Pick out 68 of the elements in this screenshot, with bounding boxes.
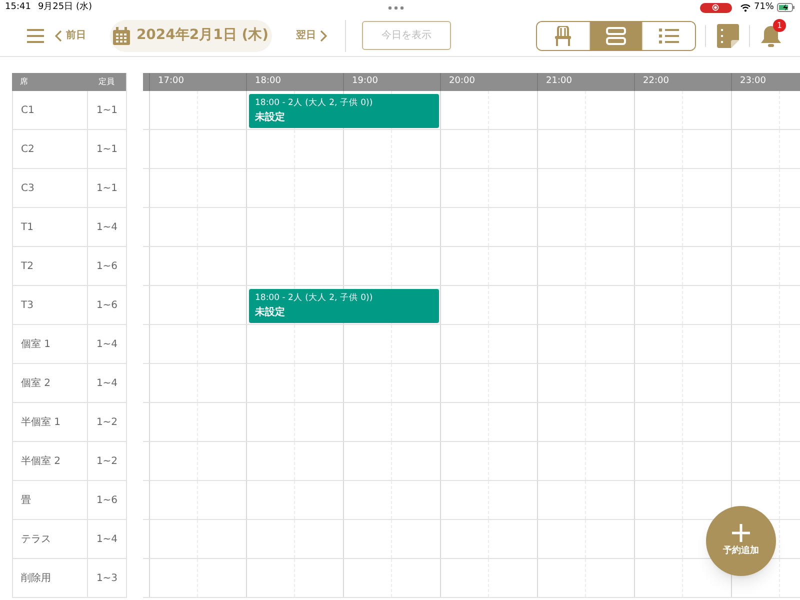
battery-percent: 71%	[754, 0, 774, 14]
capacity-cell-text: 1~6	[95, 494, 119, 508]
capacity-cell-text: 1~4	[95, 338, 119, 352]
list-icon	[659, 28, 679, 44]
status-date: 9月25日 (水)	[38, 0, 92, 14]
reservation-status: 未設定	[255, 305, 286, 320]
reservation-summary: 18:00 - 2人 (大人 2, 子供 0))	[255, 292, 374, 305]
seat-cell: 削除用	[13, 559, 88, 597]
capacity-cell-text: 1~1	[95, 182, 119, 196]
calendar-icon	[113, 26, 130, 44]
notification-badge: 1	[773, 18, 786, 32]
notifications-button[interactable]	[760, 24, 782, 48]
seat-cell: C1	[13, 91, 88, 129]
wifi-icon	[740, 4, 751, 12]
seat-cell: 個室 2	[13, 364, 88, 402]
note-icon	[717, 24, 739, 48]
seat-cell: テラス	[13, 520, 88, 558]
seat-cell: 畳	[13, 481, 88, 519]
chevron-left-icon	[55, 30, 62, 42]
capacity-cell-text: 1~6	[95, 260, 119, 274]
reservation-status: 未設定	[255, 110, 286, 125]
reservation-summary: 18:00 - 2人 (大人 2, 子供 0))	[255, 97, 374, 110]
chair-icon	[554, 26, 572, 46]
next-day-button[interactable]: 翌日	[296, 28, 327, 43]
memo-button[interactable]	[717, 24, 739, 48]
add-reservation-button[interactable]: 予約追加	[706, 506, 776, 576]
rows-icon	[606, 26, 626, 44]
hour-label: 22:00	[643, 75, 669, 88]
hour-label: 23:00	[740, 75, 766, 88]
capacity-cell-text: 1~4	[95, 376, 119, 390]
seat-cell: T1	[13, 208, 88, 246]
more-dots-icon	[388, 6, 404, 10]
plus-icon	[732, 524, 750, 542]
view-toggle-tab[interactable]	[642, 22, 695, 50]
hour-label: 18:00	[255, 75, 281, 88]
capacity-cell-text: 1~2	[95, 454, 119, 468]
capacity-cell-text: 1~2	[95, 416, 119, 430]
reservation-block[interactable]: 18:00 - 2人 (大人 2, 子供 0)) 未設定	[249, 94, 439, 128]
capacity-cell-text: 1~4	[95, 532, 119, 546]
previous-day-button[interactable]: 前日	[55, 28, 86, 43]
capacity-cell-text: 1~4	[95, 220, 119, 234]
recording-indicator	[700, 2, 732, 12]
bell-icon	[760, 24, 782, 48]
capacity-cell-text: 1~6	[95, 298, 119, 312]
capacity-cell-text: 1~1	[95, 142, 119, 156]
capacity-cell-text: 1~1	[95, 104, 119, 118]
show-today-button[interactable]: 今日を表示	[362, 21, 451, 50]
hour-label: 17:00	[158, 75, 184, 88]
column-header: 席	[19, 76, 29, 88]
status-time: 15:41	[5, 0, 31, 14]
capacity-cell-text: 1~3	[95, 572, 119, 586]
seat-cell: 半個室 2	[13, 442, 88, 480]
hour-label: 19:00	[352, 75, 378, 88]
date-picker-button[interactable]: 2024年2月1日 (木)	[110, 20, 272, 52]
view-toggle-tab[interactable]	[589, 22, 642, 50]
battery-charging-icon	[777, 3, 795, 12]
reservation-block[interactable]: 18:00 - 2人 (大人 2, 子供 0)) 未設定	[249, 289, 439, 323]
seat-cell: 半個室 1	[13, 403, 88, 441]
seat-cell: C2	[13, 130, 88, 168]
seat-cell: T2	[13, 247, 88, 285]
column-header: 定員	[98, 76, 116, 88]
seat-cell: 個室 1	[13, 325, 88, 363]
seat-cell: C3	[13, 169, 88, 207]
hour-label: 20:00	[449, 75, 475, 88]
menu-button[interactable]	[27, 28, 44, 42]
seat-cell: T3	[13, 286, 88, 324]
chevron-right-icon	[320, 30, 327, 42]
hour-label: 21:00	[546, 75, 572, 88]
